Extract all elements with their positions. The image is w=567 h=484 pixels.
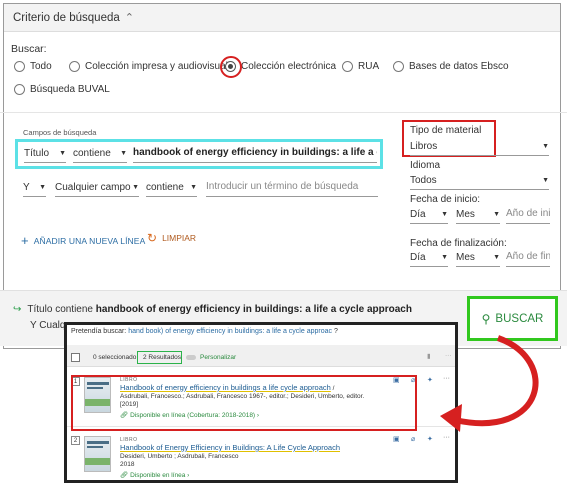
query-input-1[interactable]: handbook of energy efficiency in buildin… xyxy=(133,147,377,163)
panel-header[interactable]: Criterio de búsqueda ⌃ xyxy=(4,4,560,32)
start-date-label: Fecha de inicio: xyxy=(410,194,481,205)
pin-icon[interactable]: ✦ xyxy=(427,435,433,443)
dropdown-arrow-icon: ▼ xyxy=(493,254,500,261)
end-date-label: Fecha de finalización: xyxy=(410,238,507,249)
end-day-select[interactable]: Día ▼ xyxy=(410,251,448,267)
results-count: 2 Resultados xyxy=(143,354,181,361)
operator-select-2[interactable]: contiene ▼ xyxy=(146,181,197,197)
did-you-mean: Pretendía buscar: hand book) of energy e… xyxy=(71,328,338,335)
record-title[interactable]: Handbook of Energy Efficiency in Buildin… xyxy=(120,443,340,452)
add-line-button[interactable]: + AÑADIR UNA NUEVA LÍNEA xyxy=(21,233,145,248)
return-arrow-icon: ↪ xyxy=(13,304,22,315)
end-year-input[interactable]: Año de final xyxy=(506,251,550,267)
scope-option-ebsco[interactable]: Bases de datos Ebsco xyxy=(393,61,509,72)
material-select[interactable]: Libros ▼ xyxy=(410,140,549,156)
record-availability[interactable]: 🔗︎ Disponible en línea › xyxy=(120,471,189,479)
radio-icon[interactable] xyxy=(14,61,25,72)
dropdown-arrow-icon: ▼ xyxy=(441,254,448,261)
selected-count: 0 seleccionado xyxy=(93,354,137,361)
export-icon[interactable]: ▣ xyxy=(393,435,400,443)
operator-select-1[interactable]: contiene ▼ xyxy=(73,147,127,163)
suggestion-link[interactable]: hand book) of energy efficiency in build… xyxy=(128,328,332,335)
dropdown-arrow-icon: ▼ xyxy=(120,150,127,157)
pin-icon[interactable]: ✦ xyxy=(427,376,433,384)
result-record[interactable]: 2 LIBRO Handbook of Energy Efficiency in… xyxy=(67,430,455,480)
end-month-select[interactable]: Mes ▼ xyxy=(456,251,500,267)
attach-icon[interactable]: ⌀ xyxy=(411,435,415,443)
scope-option-rua[interactable]: RUA xyxy=(342,61,379,72)
dropdown-arrow-icon: ▼ xyxy=(542,177,549,184)
start-year-input[interactable]: Año de inicio xyxy=(506,208,550,224)
search-icon: ⚲ xyxy=(481,311,491,326)
select-all-checkbox[interactable] xyxy=(71,353,80,362)
clear-button[interactable]: ↻ LIMPIAR xyxy=(147,231,196,245)
material-label: Tipo de material xyxy=(410,125,482,136)
start-month-select[interactable]: Mes ▼ xyxy=(456,208,500,224)
book-cover[interactable] xyxy=(84,436,111,472)
scope-option-buval[interactable]: Búsqueda BUVAL xyxy=(14,84,110,95)
query-input-2[interactable]: Introducir un término de búsqueda xyxy=(206,181,378,197)
reset-icon: ↻ xyxy=(147,231,158,245)
record-number: 2 xyxy=(71,436,80,445)
search-button[interactable]: ⚲ BUSCAR xyxy=(467,296,558,341)
record-authors: Desideri, Umberto ; Asdrubali, Francesco xyxy=(120,453,239,460)
dropdown-arrow-icon: ▼ xyxy=(59,150,66,157)
radio-icon[interactable] xyxy=(393,61,404,72)
boolean-select-2[interactable]: Y ▼ xyxy=(23,181,46,197)
dropdown-arrow-icon: ▼ xyxy=(441,211,448,218)
dropdown-arrow-icon: ▼ xyxy=(493,211,500,218)
summary-line-2: Y Cualq xyxy=(30,320,66,331)
personalize-label: Personalizar xyxy=(200,354,237,361)
record-title-line: Handbook of Energy Efficiency in Buildin… xyxy=(120,443,340,452)
personalize-toggle[interactable] xyxy=(186,355,196,360)
plus-icon: + xyxy=(21,233,29,248)
screenshot: Criterio de búsqueda ⌃ Buscar: Todo Cole… xyxy=(0,0,567,484)
dropdown-arrow-icon: ▼ xyxy=(190,184,197,191)
chevron-up-icon[interactable]: ⌃ xyxy=(125,11,134,24)
language-select[interactable]: Todos ▼ xyxy=(410,174,549,190)
dropdown-arrow-icon: ▼ xyxy=(39,184,46,191)
language-label: Idioma xyxy=(410,160,441,171)
radio-icon[interactable] xyxy=(14,84,25,95)
start-day-select[interactable]: Día ▼ xyxy=(410,208,448,224)
dropdown-arrow-icon: ▼ xyxy=(542,143,549,150)
record-year: 2018 xyxy=(120,461,135,468)
fields-label: Campos de búsqueda xyxy=(23,128,97,137)
panel-title: Criterio de búsqueda xyxy=(13,11,120,24)
record-highlight xyxy=(71,375,417,431)
results-panel: Pretendía buscar: hand book) of energy e… xyxy=(64,322,458,483)
field-select-1[interactable]: Título ▼ xyxy=(24,147,66,163)
pin-icon[interactable]: ▮ xyxy=(427,352,431,360)
radio-icon[interactable] xyxy=(69,61,80,72)
more-icon[interactable]: ··· xyxy=(443,434,450,441)
more-icon[interactable]: ··· xyxy=(443,375,450,382)
link-icon: 🔗︎ xyxy=(120,472,129,479)
field-select-2[interactable]: Cualquier campo ▼ xyxy=(55,181,139,197)
summary-line-1: ↪ Título contiene handbook of energy effi… xyxy=(13,304,412,315)
scope-option-impresa[interactable]: Colección impresa y audiovisual xyxy=(69,61,228,72)
more-icon[interactable]: ··· xyxy=(445,352,452,359)
dropdown-arrow-icon: ▼ xyxy=(132,184,139,191)
scope-label: Buscar: xyxy=(11,43,47,55)
radio-icon[interactable] xyxy=(342,61,353,72)
highlight-circle xyxy=(220,56,242,78)
scope-option-todo[interactable]: Todo xyxy=(14,61,52,72)
